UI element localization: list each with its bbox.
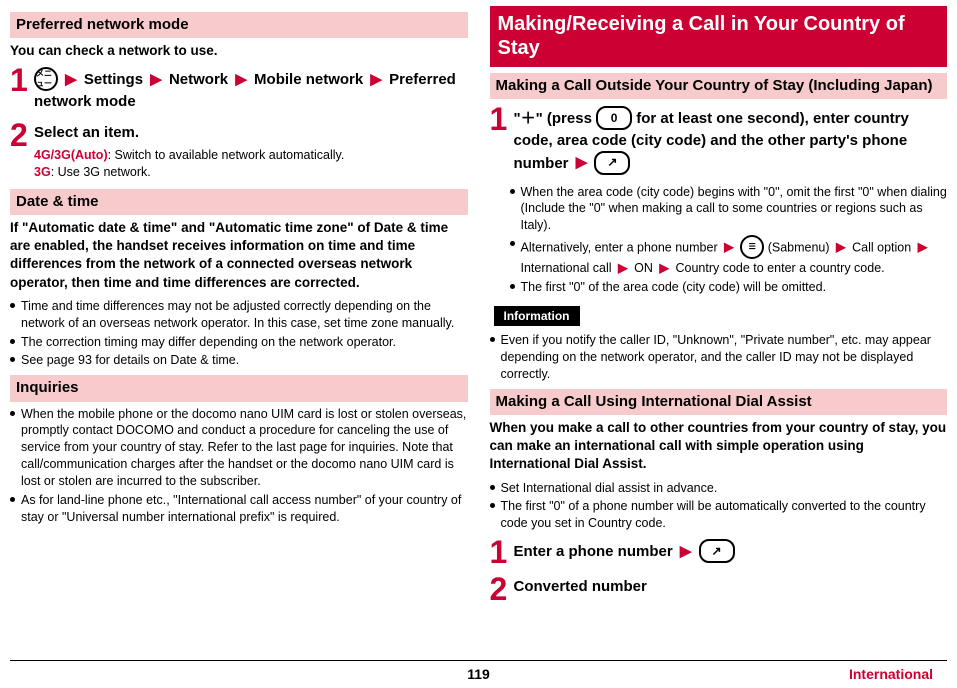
arrow-icon: ▶ — [656, 261, 672, 275]
bullet-item: The first "0" of a phone number will be … — [490, 498, 948, 532]
arrow-icon: ▶ — [367, 71, 385, 88]
arrow-icon: ▶ — [232, 71, 250, 88]
arrow-icon: ▶ — [915, 240, 931, 254]
step-text: Converted number — [514, 578, 647, 595]
step-number: 2 — [490, 575, 514, 604]
step-text: Enter a phone number — [514, 543, 673, 560]
preferred-step-1: 1 メニュー ▶ Settings ▶ Network ▶ Mobile net… — [10, 66, 468, 112]
bullet-item: Alternatively, enter a phone number ▶ ☰ … — [510, 236, 948, 277]
inquiries-bullets: When the mobile phone or the docomo nano… — [10, 406, 468, 526]
bullet-item: When the mobile phone or the docomo nano… — [10, 406, 468, 490]
page-footer: 119 International — [10, 660, 947, 684]
dial-assist-bullets: Set International dial assist in advance… — [490, 480, 948, 533]
section-name: International — [849, 665, 933, 684]
arrow-icon: ▶ — [721, 240, 737, 254]
bullet-item: As for land-line phone etc., "Internatio… — [10, 492, 468, 526]
heading-preferred-network-mode: Preferred network mode — [10, 12, 468, 38]
bullet-item: Set International dial assist in advance… — [490, 480, 948, 497]
information-tag: Information — [494, 306, 580, 326]
heading-date-time: Date & time — [10, 189, 468, 215]
call-key-icon: ↗ — [594, 151, 630, 175]
option-4g3g-label: 4G/3G(Auto) — [34, 148, 108, 162]
information-bullets: Even if you notify the caller ID, "Unkno… — [490, 332, 948, 383]
preferred-mode-lead: You can check a network to use. — [10, 42, 468, 60]
dial-assist-step-1: 1 Enter a phone number ▶ ↗ — [490, 538, 948, 567]
right-column: Making/Receiving a Call in Your Country … — [490, 6, 948, 612]
arrow-icon: ▶ — [833, 240, 849, 254]
bullet-item: The correction timing may differ dependi… — [10, 334, 468, 351]
menu-key-icon: メニュー — [34, 67, 58, 91]
bullet-item: Even if you notify the caller ID, "Unkno… — [490, 332, 948, 383]
nav-mobile-network: Mobile network — [254, 71, 363, 88]
zero-key-icon: 0 — [596, 106, 632, 130]
bullet-item: The first "0" of the area code (city cod… — [510, 279, 948, 296]
option-4g3g-desc: : Switch to available network automatica… — [108, 148, 345, 162]
bullet-item: When the area code (city code) begins wi… — [510, 184, 948, 235]
step2-title: Select an item. — [34, 124, 139, 141]
bullet-item: Time and time differences may not be adj… — [10, 298, 468, 332]
arrow-icon: ▶ — [147, 71, 165, 88]
call-key-icon: ↗ — [699, 539, 735, 563]
heading-main: Making/Receiving a Call in Your Country … — [490, 6, 948, 67]
heading-call-outside: Making a Call Outside Your Country of St… — [490, 73, 948, 99]
arrow-icon: ▶ — [677, 543, 695, 560]
step-number: 2 — [10, 121, 34, 150]
step1-text-a: "＋" (press — [514, 110, 592, 127]
outside-step-1: 1 "＋" (press 0 for at least one second),… — [490, 105, 948, 175]
option-3g-desc: : Use 3G network. — [51, 165, 151, 179]
bullet-item: See page 93 for details on Date & time. — [10, 352, 468, 369]
date-time-bullets: Time and time differences may not be adj… — [10, 298, 468, 370]
page-number: 119 — [467, 665, 490, 684]
arrow-icon: ▶ — [573, 154, 591, 171]
left-column: Preferred network mode You can check a n… — [10, 6, 468, 612]
heading-dial-assist: Making a Call Using International Dial A… — [490, 389, 948, 415]
submenu-key-icon: ☰ — [740, 235, 764, 259]
outside-bullets: When the area code (city code) begins wi… — [510, 184, 948, 296]
date-time-lead: If "Automatic date & time" and "Automati… — [10, 219, 468, 292]
dial-assist-lead: When you make a call to other countries … — [490, 419, 948, 474]
nav-network: Network — [169, 71, 228, 88]
arrow-icon: ▶ — [615, 261, 631, 275]
step-number: 1 — [490, 538, 514, 567]
step-number: 1 — [490, 105, 514, 134]
nav-settings: Settings — [84, 71, 143, 88]
heading-inquiries: Inquiries — [10, 375, 468, 401]
step-number: 1 — [10, 66, 34, 95]
dial-assist-step-2: 2 Converted number — [490, 575, 948, 604]
option-3g-label: 3G — [34, 165, 51, 179]
arrow-icon: ▶ — [62, 71, 80, 88]
preferred-step-2: 2 Select an item. 4G/3G(Auto): Switch to… — [10, 121, 468, 181]
